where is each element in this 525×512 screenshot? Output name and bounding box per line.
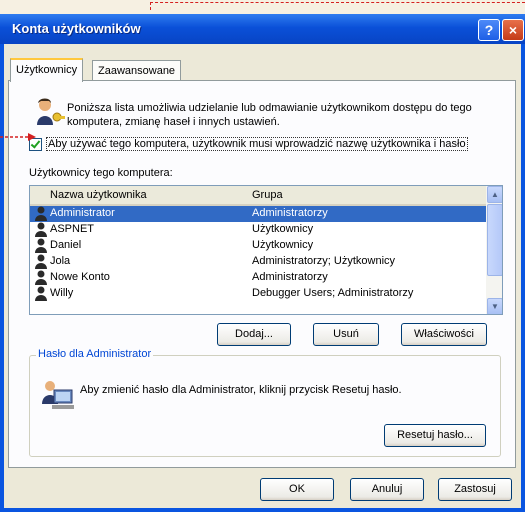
title-bar: Konta użytkowników ? ×: [0, 14, 525, 44]
apply-button[interactable]: Zastosuj: [438, 478, 512, 501]
user-name-cell: Jola: [50, 255, 71, 267]
user-row[interactable]: Nowe Konto Administratorzy: [30, 270, 486, 286]
user-icon: [35, 222, 47, 237]
scroll-down-icon[interactable]: ▼: [487, 298, 502, 314]
intro-text: Poniższa lista umożliwia udzielanie lub …: [67, 102, 472, 128]
user-row[interactable]: Jola Administratorzy; Użytkownicy: [30, 254, 486, 270]
window-title: Konta użytkowników: [12, 21, 141, 36]
require-login-label[interactable]: Aby używać tego komputera, użytkownik mu…: [46, 137, 468, 151]
user-row[interactable]: Daniel Użytkownicy: [30, 238, 486, 254]
user-group-cell: Administratorzy: [252, 271, 328, 283]
tab-advanced[interactable]: Zaawansowane: [92, 60, 182, 81]
help-button[interactable]: ?: [478, 19, 500, 41]
tab-users[interactable]: Użytkownicy: [10, 58, 84, 82]
scroll-thumb[interactable]: [487, 204, 502, 276]
user-row[interactable]: ASPNET Użytkownicy: [30, 222, 486, 238]
users-list[interactable]: Nazwa użytkownika Grupa Administrator Adm…: [29, 185, 503, 315]
annotation-dashed-tick: [150, 2, 181, 10]
user-group-cell: Użytkownicy: [252, 223, 314, 235]
user-icon: [35, 206, 47, 221]
user-row[interactable]: Willy Debugger Users; Administratorzy: [30, 286, 486, 302]
close-button[interactable]: ×: [502, 19, 524, 41]
help-icon: ?: [484, 22, 494, 38]
remove-user-button[interactable]: Usuń: [313, 323, 379, 346]
annotation-arrow-icon: [0, 133, 36, 141]
user-name-cell: Administrator: [50, 207, 115, 219]
users-list-label: Użytkownicy tego komputera:: [29, 167, 173, 179]
user-group-cell: Administratorzy; Użytkownicy: [252, 255, 396, 267]
user-group-cell: Użytkownicy: [252, 239, 314, 251]
dialog-window: Konta użytkowników ? × Użytkownicy Zaawa…: [0, 14, 525, 512]
password-group-legend: Hasło dla Administrator: [36, 348, 154, 360]
require-login-row[interactable]: Aby używać tego komputera, użytkownik mu…: [29, 137, 468, 151]
dialog-client-area: Użytkownicy Zaawansowane Poniższa lista …: [4, 44, 521, 508]
annotation-dashed-line: [150, 2, 525, 3]
users-tab-panel: Poniższa lista umożliwia udzielanie lub …: [8, 80, 516, 468]
add-user-button[interactable]: Dodaj...: [217, 323, 291, 346]
user-group-cell: Administratorzy: [252, 207, 328, 219]
user-name-cell: Daniel: [50, 239, 82, 251]
password-group: Hasło dla Administrator Aby zmienić hasł…: [29, 348, 501, 457]
user-group-cell: Debugger Users; Administratorzy: [252, 287, 414, 299]
user-name-cell: ASPNET: [50, 223, 95, 235]
reset-password-button[interactable]: Resetuj hasło...: [384, 424, 486, 447]
close-icon: ×: [508, 22, 518, 38]
user-icon: [35, 286, 47, 301]
ok-button[interactable]: OK: [260, 478, 334, 501]
users-keys-icon: [37, 98, 65, 125]
user-icon: [35, 270, 47, 285]
user-computer-icon: [42, 381, 74, 409]
user-name-cell: Nowe Konto: [50, 271, 110, 283]
cancel-button[interactable]: Anuluj: [350, 478, 424, 501]
user-icon: [35, 238, 47, 253]
user-name-cell: Willy: [50, 287, 74, 299]
scroll-up-icon[interactable]: ▲: [487, 186, 502, 203]
password-group-text: Aby zmienić hasło dla Administrator, kli…: [80, 384, 402, 396]
properties-button[interactable]: Właściwości: [401, 323, 487, 346]
column-header-name[interactable]: Nazwa użytkownika: [50, 189, 147, 201]
users-list-header: Nazwa użytkownika Grupa: [30, 186, 486, 206]
users-list-scrollbar[interactable]: ▲ ▼: [486, 186, 502, 314]
user-row[interactable]: Administrator Administratorzy: [30, 206, 486, 222]
annotation-strip: [0, 0, 525, 14]
user-icon: [35, 254, 47, 269]
column-header-group[interactable]: Grupa: [252, 189, 283, 201]
